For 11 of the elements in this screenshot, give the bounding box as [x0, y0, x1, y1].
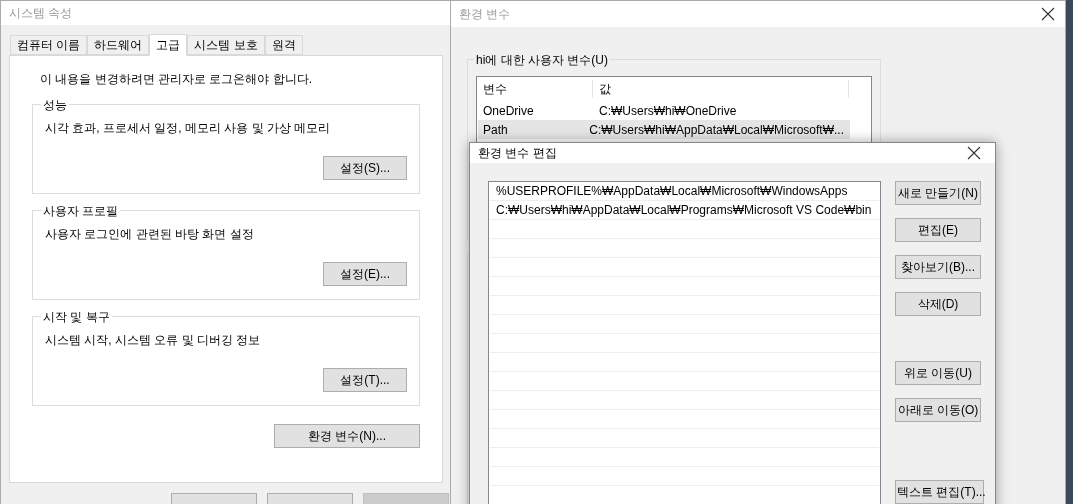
group-description: 사용자 로그인에 관련된 바탕 화면 설정: [45, 226, 255, 243]
notice-text: 이 내용을 변경하려면 관리자로 로그온해야 합니다.: [40, 71, 313, 88]
window-title: 시스템 속성: [9, 5, 73, 22]
variable-name: Path: [482, 121, 509, 139]
variable-value: C:₩Users₩hi₩AppData₩Local₩Microsoft₩...: [588, 121, 845, 139]
window-title: 환경 변수: [459, 6, 511, 23]
group-description: 시스템 시작, 시스템 오류 및 디버깅 정보: [45, 332, 262, 349]
window-title: 환경 변수 편집: [478, 145, 557, 162]
variable-name: OneDrive: [482, 102, 535, 120]
group-description: 시각 효과, 프로세서 일정, 메모리 사용 및 가상 메모리: [45, 120, 332, 137]
variable-value: C:₩Users₩hi₩OneDrive: [598, 102, 738, 120]
